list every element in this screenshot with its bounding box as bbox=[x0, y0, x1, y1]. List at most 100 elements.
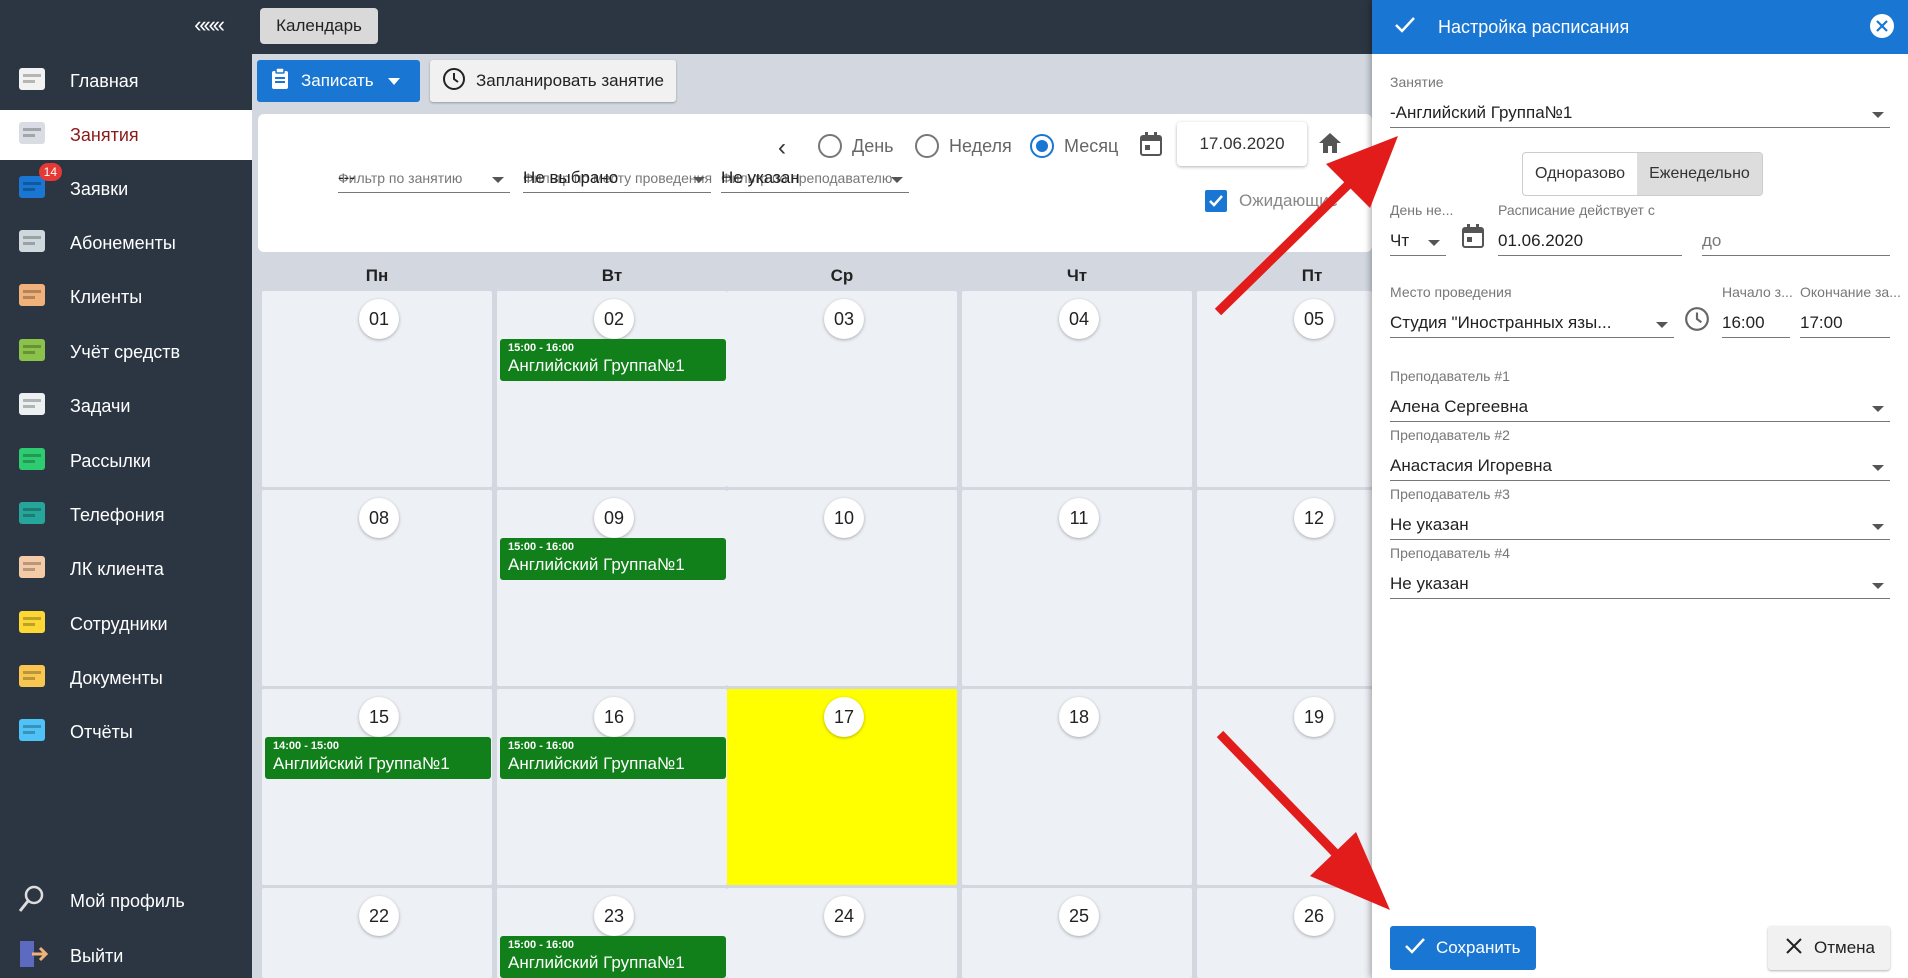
calendar-day-cell[interactable]: 22 bbox=[262, 888, 492, 978]
clients-icon bbox=[16, 279, 52, 315]
teacher-2-select[interactable]: Преподаватель #2 Анастасия Игоревна bbox=[1390, 427, 1890, 481]
filter-lesson-value: --- bbox=[338, 168, 355, 187]
calendar-day-cell[interactable]: 18 bbox=[962, 689, 1192, 885]
end-time-field[interactable]: Окончание за... 17:00 bbox=[1800, 284, 1901, 338]
subscription-card-icon bbox=[16, 225, 52, 261]
calendar-day-cell[interactable]: 19 bbox=[1197, 689, 1372, 885]
place-value: Студия "Иностранных язы... bbox=[1390, 313, 1612, 332]
sidebar-item-3[interactable]: 14 Заявки bbox=[0, 163, 252, 214]
teacher-3-select[interactable]: Преподаватель #3 Не указан bbox=[1390, 486, 1890, 540]
tasks-icon bbox=[16, 388, 52, 424]
calendar-day-cell[interactable]: 15 14:00 - 15:00 Английский Группа№1 bbox=[262, 689, 492, 885]
calendar-day-cell[interactable]: 09 15:00 - 16:00 Английский Группа№1 bbox=[497, 490, 727, 686]
calendar-day-cell[interactable]: 12 bbox=[1197, 490, 1372, 686]
close-icon[interactable] bbox=[1870, 14, 1894, 38]
weekday-select[interactable]: День не... Чт bbox=[1390, 202, 1453, 256]
calendar-event[interactable]: 15:00 - 16:00 Английский Группа№1 bbox=[500, 339, 726, 381]
view-day-label: День bbox=[852, 135, 894, 156]
dropdown-arrow-icon bbox=[1428, 240, 1440, 246]
calendar-day-cell[interactable]: 24 bbox=[727, 888, 957, 978]
clock-icon[interactable] bbox=[1684, 306, 1710, 337]
close-icon bbox=[1786, 937, 1802, 959]
event-title: Английский Группа№1 bbox=[508, 356, 685, 375]
sidebar-item-9[interactable]: Телефония bbox=[0, 490, 252, 540]
calendar-icon[interactable] bbox=[1140, 132, 1162, 161]
calendar-day-cell[interactable]: 16 15:00 - 16:00 Английский Группа№1 bbox=[497, 689, 727, 885]
view-week-radio[interactable]: Неделя bbox=[915, 134, 1012, 158]
sidebar-item-13[interactable]: Отчёты bbox=[0, 707, 252, 757]
sidebar-item-label: ЛК клиента bbox=[70, 558, 164, 579]
start-time-field[interactable]: Начало з... 16:00 bbox=[1722, 284, 1793, 338]
calendar-day-cell[interactable]: 05 bbox=[1197, 291, 1372, 487]
calendar-event[interactable]: 15:00 - 16:00 Английский Группа№1 bbox=[500, 737, 726, 779]
requests-icon: 14 bbox=[16, 163, 62, 207]
calendar-event[interactable]: 14:00 - 15:00 Английский Группа№1 bbox=[265, 737, 491, 779]
calendar-day-cell[interactable]: 25 bbox=[962, 888, 1192, 978]
sidebar-item-2[interactable]: Занятия bbox=[0, 110, 252, 160]
calendar-day-cell[interactable]: 17 bbox=[727, 689, 957, 885]
valid-from-field[interactable]: Расписание действует с 01.06.2020 bbox=[1498, 202, 1682, 256]
calendar-day-cell[interactable]: 08 bbox=[262, 490, 492, 686]
day-number: 18 bbox=[1059, 697, 1099, 737]
event-time: 14:00 - 15:00 bbox=[273, 740, 340, 752]
calendar-event[interactable]: 15:00 - 16:00 Английский Группа№1 bbox=[500, 538, 726, 580]
filter-place-select[interactable]: Фильтр по месту проведения Не выбрано bbox=[523, 168, 712, 193]
sidebar-item-6[interactable]: Учёт средств bbox=[0, 327, 252, 377]
calendar-day-cell[interactable]: 04 bbox=[962, 291, 1192, 487]
lesson-select[interactable]: Занятие -Английский Группа№1 bbox=[1390, 74, 1890, 128]
sidebar-item-8[interactable]: Рассылки bbox=[0, 436, 252, 486]
teacher-1-select[interactable]: Преподаватель #1 Алена Сергеевна bbox=[1390, 368, 1890, 422]
event-time: 15:00 - 16:00 bbox=[508, 740, 575, 752]
tab-calendar[interactable]: Календарь bbox=[260, 8, 378, 44]
sidebar-item-label: Документы bbox=[70, 667, 163, 688]
sidebar-item-10[interactable]: ЛК клиента bbox=[0, 544, 252, 594]
frequency-weekly-button[interactable]: Еженедельно bbox=[1637, 153, 1762, 195]
reports-icon bbox=[16, 714, 52, 750]
valid-from-caption: Расписание действует с bbox=[1498, 202, 1655, 218]
view-month-radio[interactable]: Месяц bbox=[1030, 134, 1118, 158]
lesson-caption: Занятие bbox=[1390, 74, 1444, 90]
sidebar-item-label: Заявки bbox=[70, 178, 129, 199]
sidebar-item-7[interactable]: Задачи bbox=[0, 381, 252, 431]
calendar-day-cell[interactable]: 01 bbox=[262, 291, 492, 487]
phone-icon bbox=[16, 497, 52, 533]
place-select[interactable]: Место проведения Студия "Иностранных язы… bbox=[1390, 284, 1674, 338]
clipboard-icon bbox=[271, 66, 289, 95]
calendar-day-cell[interactable]: 26 bbox=[1197, 888, 1372, 978]
calendar-day-cell[interactable]: 11 bbox=[962, 490, 1192, 686]
cancel-button[interactable]: Отмена bbox=[1768, 926, 1890, 970]
frequency-toggle: Одноразово Еженедельно bbox=[1522, 152, 1763, 196]
prev-period-icon[interactable]: ‹ bbox=[778, 134, 786, 162]
sidebar-item-5[interactable]: Клиенты bbox=[0, 272, 252, 322]
valid-to-field[interactable]: до bbox=[1702, 210, 1890, 256]
save-button-label: Сохранить bbox=[1436, 938, 1521, 957]
calendar-day-cell[interactable]: 03 bbox=[727, 291, 957, 487]
waiting-checkbox[interactable]: Ожидающие bbox=[1205, 190, 1338, 212]
teacher-4-select[interactable]: Преподаватель #4 Не указан bbox=[1390, 545, 1890, 599]
collapse-sidebar-button[interactable]: ««« bbox=[194, 12, 225, 38]
calendar-day-cell[interactable]: 02 15:00 - 16:00 Английский Группа№1 bbox=[497, 291, 727, 487]
day-number: 08 bbox=[359, 498, 399, 538]
calendar-day-cell[interactable]: 10 bbox=[727, 490, 957, 686]
filter-lesson-select[interactable]: Фильтр по занятию --- bbox=[338, 168, 510, 193]
calendar-icon[interactable] bbox=[1462, 224, 1484, 253]
record-button[interactable]: Записать bbox=[257, 60, 420, 102]
sidebar-item-11[interactable]: Сотрудники bbox=[0, 599, 252, 649]
filter-teacher-select[interactable]: Фильтр по преподавателю Не указан bbox=[721, 168, 909, 193]
plan-lesson-button[interactable]: Запланировать занятие bbox=[430, 60, 676, 102]
calendar-day-cell[interactable]: 23 15:00 - 16:00 Английский Группа№1 bbox=[497, 888, 727, 978]
sidebar-item-1[interactable]: Главная bbox=[0, 56, 252, 106]
view-day-radio[interactable]: День bbox=[818, 134, 894, 158]
weekday-header: Ср bbox=[830, 266, 854, 285]
sidebar-item-profile[interactable]: Мой профиль bbox=[0, 876, 252, 926]
date-field[interactable]: 17.06.2020 bbox=[1177, 122, 1307, 166]
sidebar-item-logout[interactable]: Выйти bbox=[0, 931, 252, 978]
save-button[interactable]: Сохранить bbox=[1390, 926, 1536, 970]
sidebar-item-12[interactable]: Документы bbox=[0, 653, 252, 703]
day-number: 12 bbox=[1294, 498, 1334, 538]
frequency-once-button[interactable]: Одноразово bbox=[1523, 153, 1637, 195]
sidebar-item-4[interactable]: Абонементы bbox=[0, 218, 252, 268]
calendar-event[interactable]: 15:00 - 16:00 Английский Группа№1 bbox=[500, 936, 726, 978]
sidebar-item-label: Отчёты bbox=[70, 721, 133, 742]
home-icon[interactable] bbox=[1318, 132, 1342, 159]
